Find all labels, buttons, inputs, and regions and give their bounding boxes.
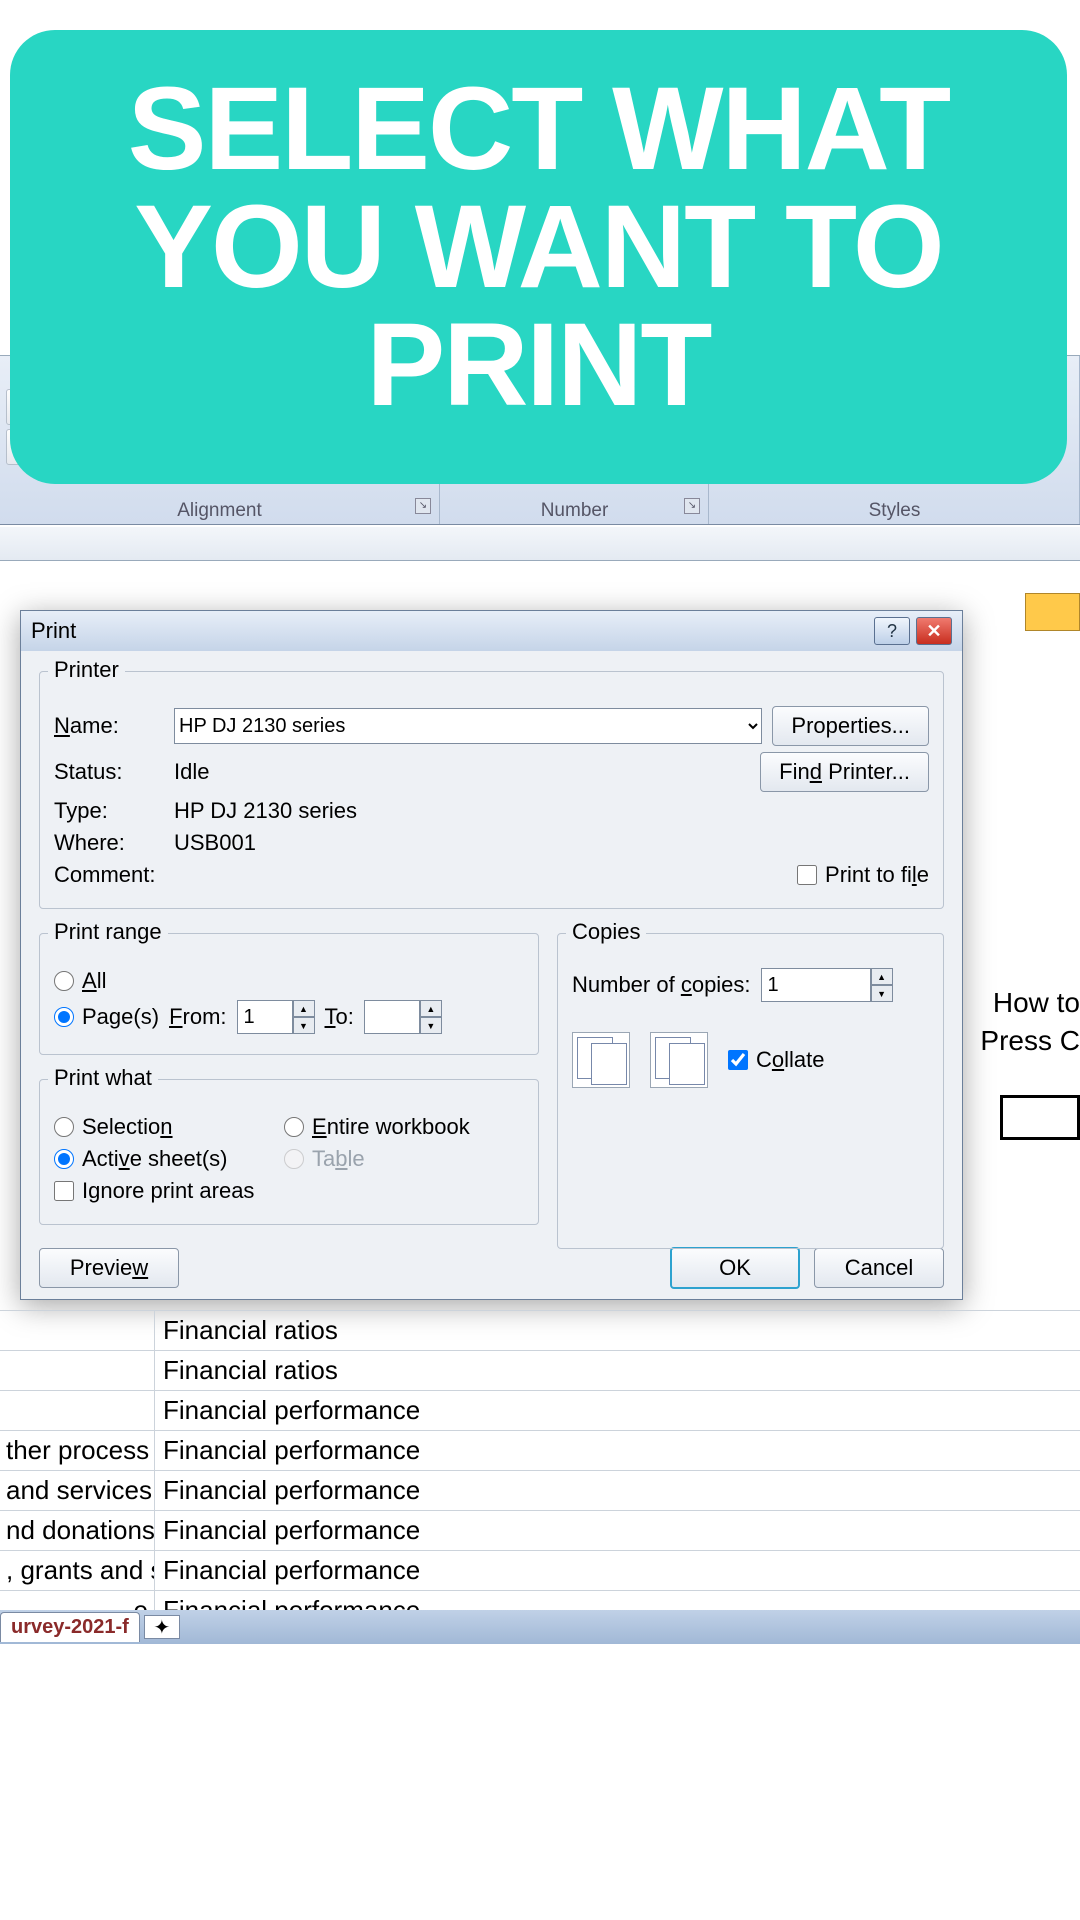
to-up[interactable]: ▲ xyxy=(420,1000,442,1017)
ignore-print-areas-check[interactable]: Ignore print areas xyxy=(54,1178,254,1204)
sheet-tab-bar: urvey-2021-f ✦ xyxy=(0,1610,1080,1644)
cancel-button[interactable]: Cancel xyxy=(814,1248,944,1288)
comment-label: Comment: xyxy=(54,862,164,888)
collate-icon-2 xyxy=(650,1032,708,1088)
what-selection-radio[interactable]: Selection xyxy=(54,1114,274,1140)
table-row: Financial ratios xyxy=(0,1350,1080,1390)
close-button[interactable]: ✕ xyxy=(916,617,952,645)
table-row: nd donationsFinancial performance xyxy=(0,1510,1080,1550)
printer-name-select[interactable]: HP DJ 2130 series xyxy=(174,708,762,744)
spreadsheet-rows: Financial ratios Financial ratios Financ… xyxy=(0,1310,1080,1630)
preview-button[interactable]: Preview xyxy=(39,1248,179,1288)
number-launcher[interactable]: ↘ xyxy=(684,498,700,514)
side-text-2: Press C xyxy=(980,1025,1080,1057)
range-pages-radio[interactable]: Page(s) xyxy=(54,1004,159,1030)
side-text-1: How to xyxy=(993,987,1080,1019)
print-to-file-check[interactable]: Print to file xyxy=(797,862,929,888)
status-value: Idle xyxy=(174,759,209,785)
collate-icon-1 xyxy=(572,1032,630,1088)
type-value: HP DJ 2130 series xyxy=(174,798,357,824)
ok-button[interactable]: OK xyxy=(670,1247,800,1289)
collate-check[interactable]: Collate xyxy=(728,1047,825,1073)
sheet-tab[interactable]: urvey-2021-f xyxy=(0,1612,140,1642)
group-label-number: Number xyxy=(541,500,609,521)
selected-cell-highlight xyxy=(1025,593,1080,631)
dialog-titlebar[interactable]: Print ? ✕ xyxy=(21,611,962,651)
print-what-legend: Print what xyxy=(48,1065,158,1091)
group-label-styles: Styles xyxy=(869,500,921,521)
print-range-legend: Print range xyxy=(48,919,168,945)
overlay-line2: YOU WANT TO xyxy=(40,188,1037,306)
overlay-line3: PRINT xyxy=(40,306,1037,424)
num-copies-label: Number of copies: xyxy=(572,972,751,998)
from-down[interactable]: ▼ xyxy=(293,1017,315,1034)
status-label: Status: xyxy=(54,759,164,785)
name-label: Name: xyxy=(54,713,164,739)
table-row: and servicesFinancial performance xyxy=(0,1470,1080,1510)
new-sheet-button[interactable]: ✦ xyxy=(144,1615,180,1639)
to-input[interactable] xyxy=(364,1000,420,1034)
to-label: To: xyxy=(325,1004,354,1030)
dialog-title: Print xyxy=(31,618,76,644)
range-all-radio[interactable]: All xyxy=(54,968,106,994)
what-entire-radio[interactable]: Entire workbook xyxy=(284,1114,470,1140)
overlay-line1: SELECT WHAT xyxy=(40,70,1037,188)
properties-button[interactable]: Properties... xyxy=(772,706,929,746)
copies-up[interactable]: ▲ xyxy=(871,968,893,985)
overlay-banner: SELECT WHAT YOU WANT TO PRINT xyxy=(10,30,1067,484)
what-table-radio: Table xyxy=(284,1146,365,1172)
to-down[interactable]: ▼ xyxy=(420,1017,442,1034)
where-label: Where: xyxy=(54,830,164,856)
table-row: , grants and sFinancial performance xyxy=(0,1550,1080,1590)
what-active-radio[interactable]: Active sheet(s) xyxy=(54,1146,274,1172)
from-label: From: xyxy=(169,1004,226,1030)
num-copies-input[interactable] xyxy=(761,968,871,1002)
copies-down[interactable]: ▼ xyxy=(871,985,893,1002)
active-cell-cursor xyxy=(1000,1095,1080,1140)
type-label: Type: xyxy=(54,798,164,824)
from-up[interactable]: ▲ xyxy=(293,1000,315,1017)
table-row: Financial performance xyxy=(0,1390,1080,1430)
table-row: Financial ratios xyxy=(0,1310,1080,1350)
from-input[interactable] xyxy=(237,1000,293,1034)
alignment-launcher[interactable]: ↘ xyxy=(415,498,431,514)
printer-legend: Printer xyxy=(48,657,125,683)
find-printer-button[interactable]: Find Printer... xyxy=(760,752,929,792)
help-button[interactable]: ? xyxy=(874,617,910,645)
where-value: USB001 xyxy=(174,830,256,856)
copies-legend: Copies xyxy=(566,919,646,945)
group-label-alignment: Alignment xyxy=(177,500,262,521)
table-row: ther processFinancial performance xyxy=(0,1430,1080,1470)
print-dialog: Print ? ✕ Printer Name: HP DJ 2130 serie… xyxy=(20,610,963,1300)
